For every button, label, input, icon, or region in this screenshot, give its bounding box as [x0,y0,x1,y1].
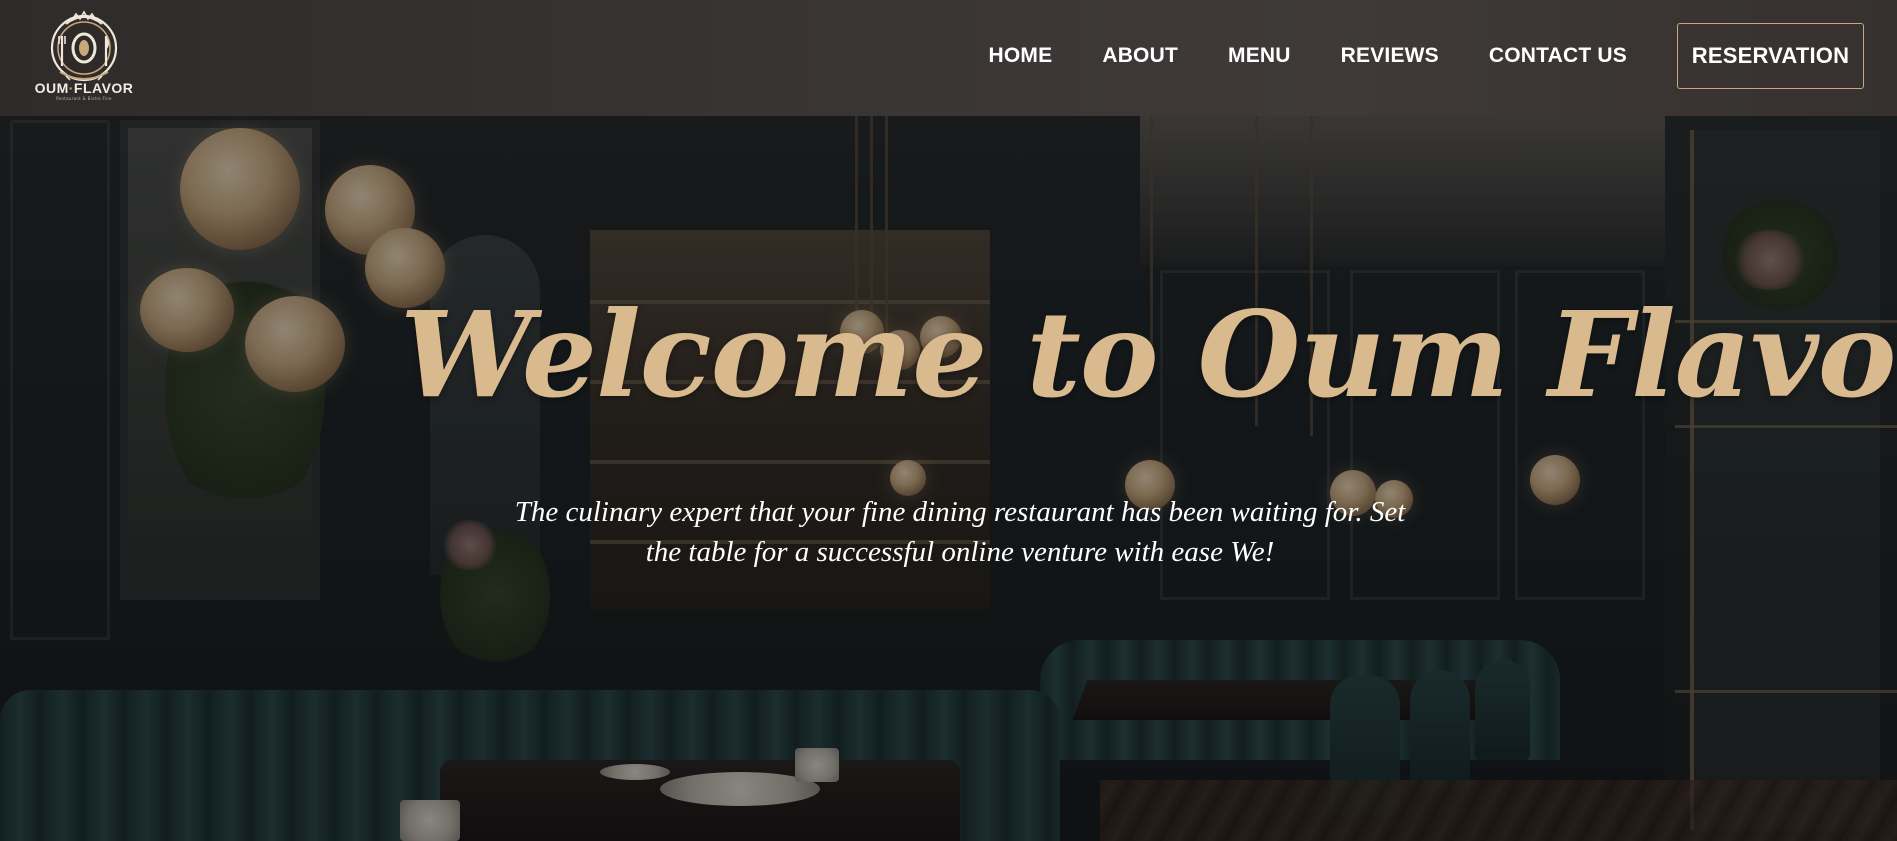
nav-item-menu[interactable]: MENU [1228,44,1291,68]
nav-item-about[interactable]: ABOUT [1102,44,1178,68]
main-nav: HOME ABOUT MENU REVIEWS CONTACT US [989,44,1627,68]
reservation-button[interactable]: RESERVATION [1677,23,1864,89]
hero-title: Welcome to Oum Flavor [400,285,1897,424]
site-header: OUM·FLAVOR Restaurant & Bistro Fine HOME… [0,0,1897,116]
hero-subtitle: The culinary expert that your fine dinin… [514,496,1406,568]
brand-name: OUM·FLAVOR [34,80,134,96]
nav-item-home[interactable]: HOME [989,44,1053,68]
nav-item-reviews[interactable]: REVIEWS [1341,44,1439,68]
brand-tagline: Restaurant & Bistro Fine [56,96,112,101]
nav-item-contact-us[interactable]: CONTACT US [1489,44,1627,68]
brand-logo[interactable]: OUM·FLAVOR Restaurant & Bistro Fine [34,10,134,104]
restaurant-emblem-icon [50,10,118,82]
